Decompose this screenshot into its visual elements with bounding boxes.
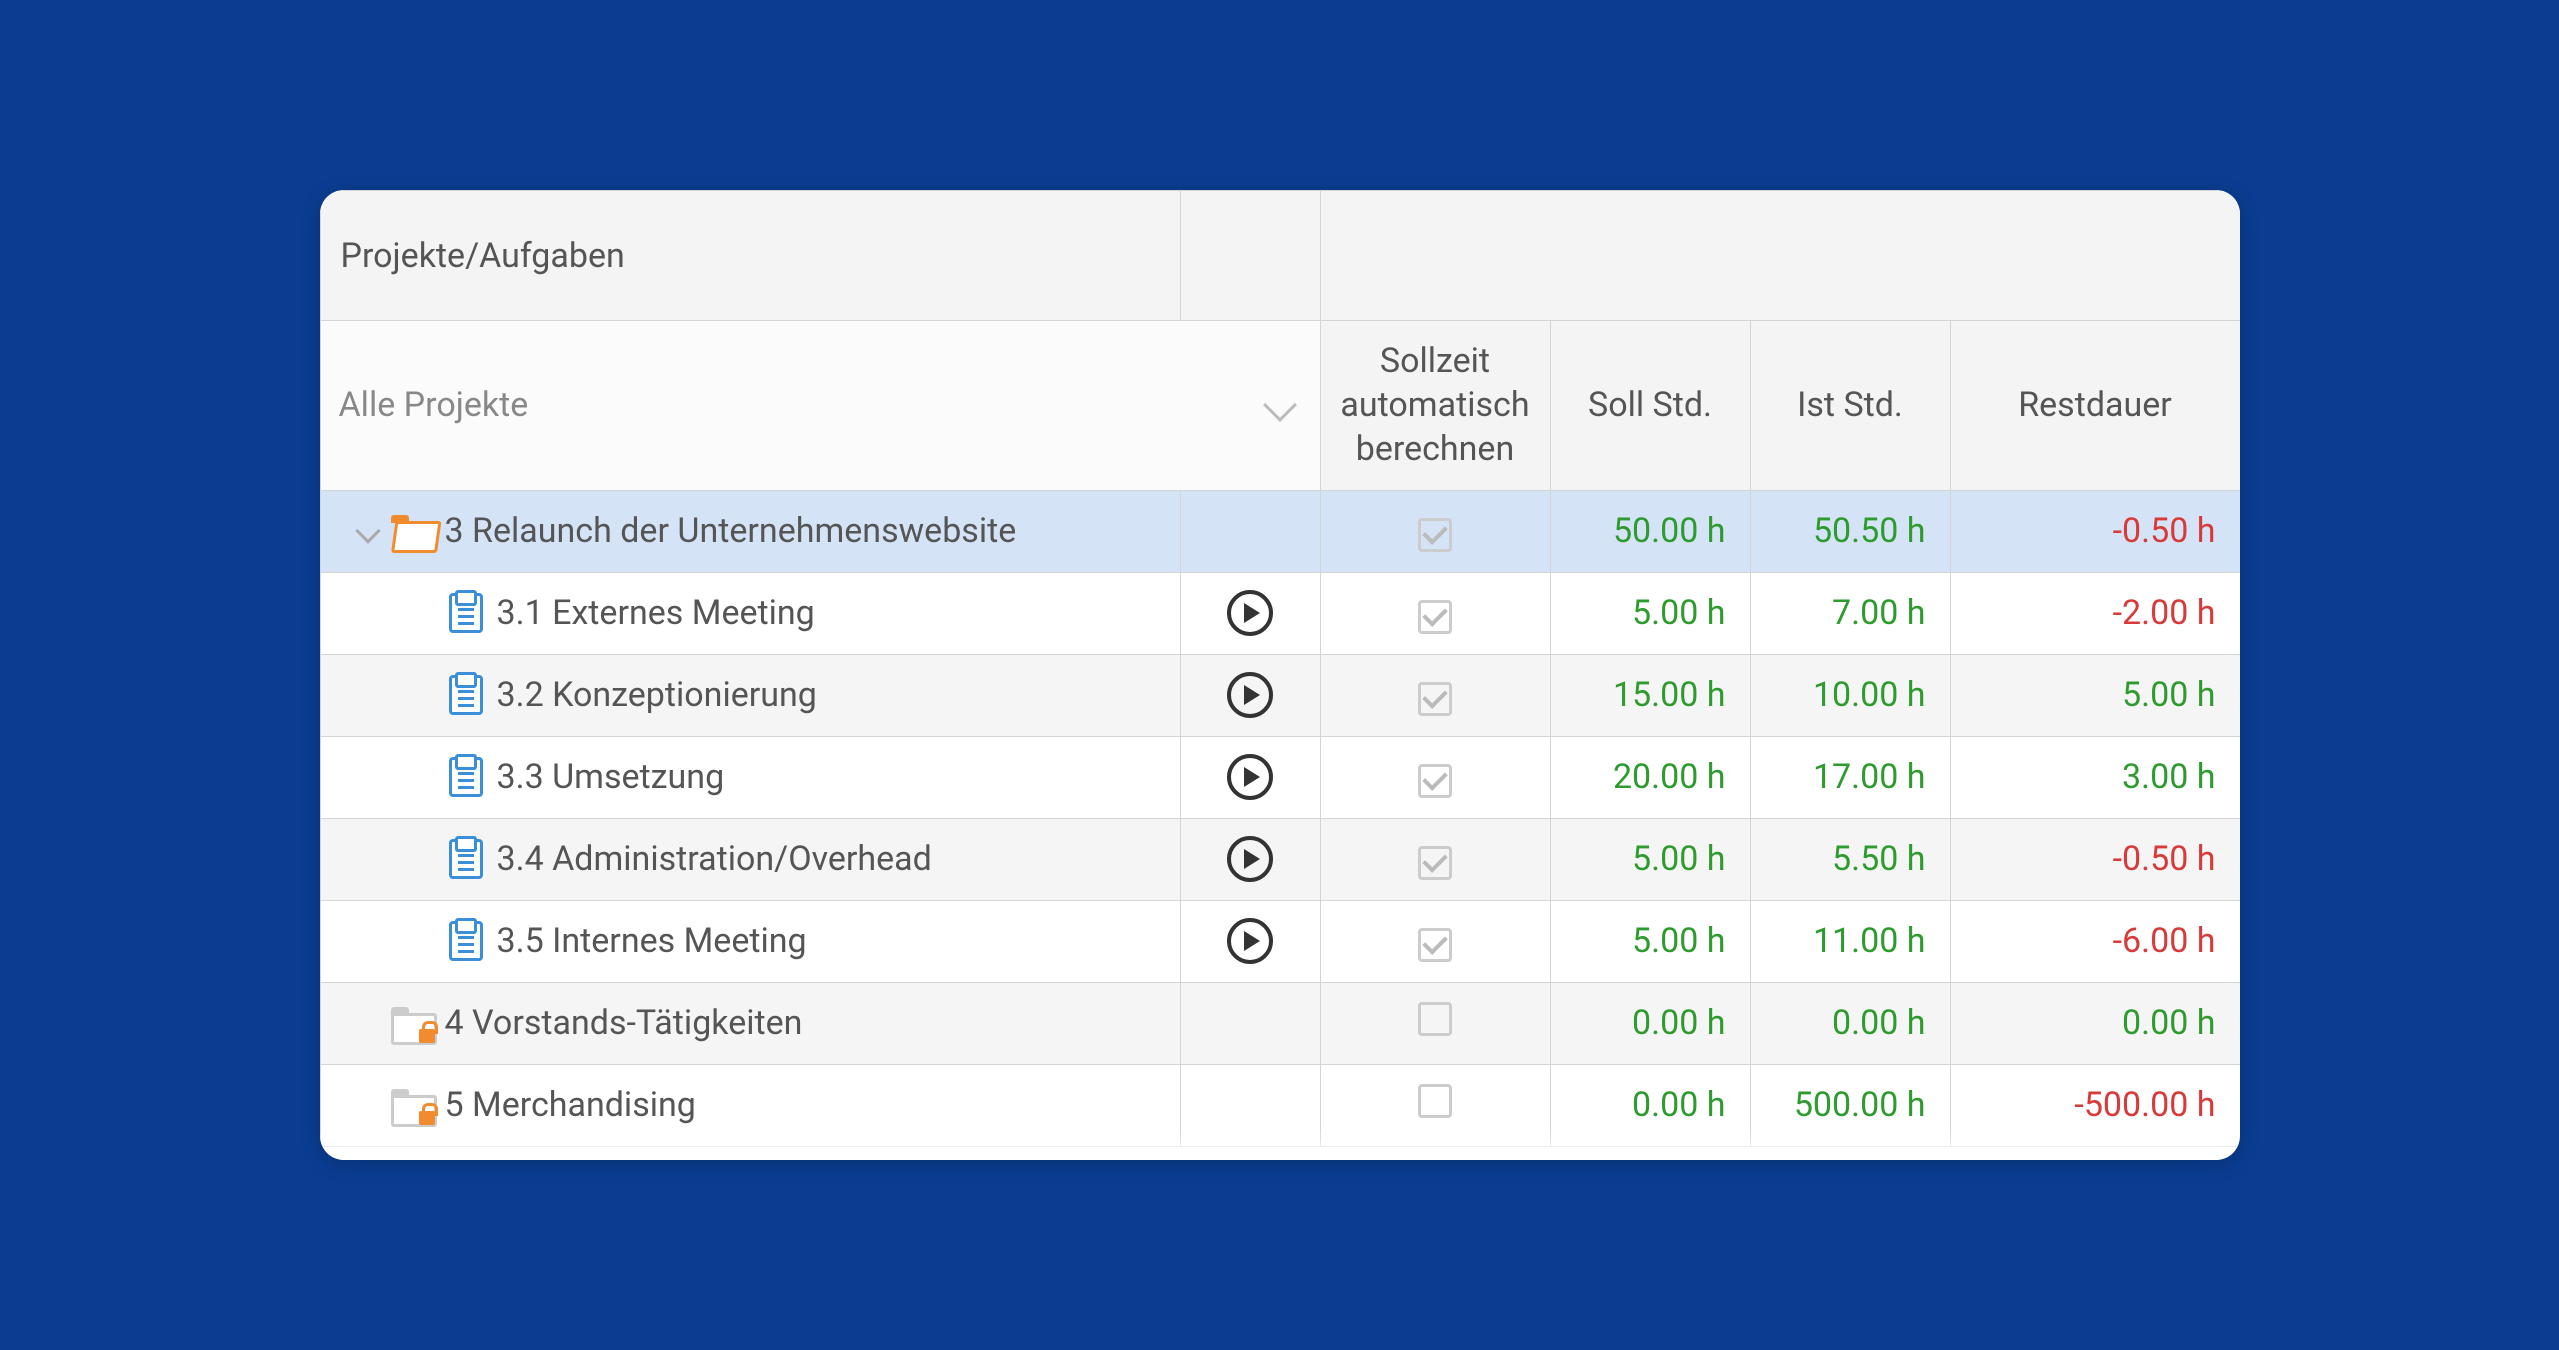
rest-value: -2.00 h [1950, 572, 2240, 654]
clipboard-icon [449, 757, 483, 797]
play-icon [1244, 849, 1260, 869]
rest-value: -0.50 h [1950, 490, 2240, 572]
clipboard-icon [449, 675, 483, 715]
chevron-down-icon[interactable] [355, 518, 380, 543]
clipboard-icon [449, 593, 483, 633]
row-label: 3.4 Administration/Overhead [497, 839, 932, 879]
row-label: 3.1 Externes Meeting [497, 593, 815, 633]
folder-open-icon [391, 515, 431, 547]
rest-value: 5.00 h [1950, 654, 2240, 736]
soll-value: 0.00 h [1550, 982, 1750, 1064]
auto-calc-checkbox[interactable] [1418, 764, 1452, 798]
projects-panel: Projekte/Aufgaben Alle Projekte Sollzeit… [320, 190, 2240, 1160]
auto-calc-checkbox[interactable] [1418, 846, 1452, 880]
table-row[interactable]: 3.4 Administration/Overhead 5.00 h5.50 h-… [320, 818, 2240, 900]
play-icon [1244, 767, 1260, 787]
rest-value: 3.00 h [1950, 736, 2240, 818]
table-row[interactable]: 3.3 Umsetzung 20.00 h17.00 h3.00 h [320, 736, 2240, 818]
table-row[interactable]: 3.5 Internes Meeting 5.00 h11.00 h-6.00 h [320, 900, 2240, 982]
header-ist[interactable]: Ist Std. [1750, 321, 1950, 491]
play-button[interactable] [1227, 836, 1273, 882]
play-button[interactable] [1227, 672, 1273, 718]
table-row[interactable]: 3.1 Externes Meeting 5.00 h7.00 h-2.00 h [320, 572, 2240, 654]
row-label: 3.5 Internes Meeting [497, 921, 807, 961]
header-auto[interactable]: Sollzeit automatisch berechnen [1320, 321, 1550, 491]
ist-value: 17.00 h [1750, 736, 1950, 818]
auto-calc-checkbox[interactable] [1418, 518, 1452, 552]
auto-calc-checkbox[interactable] [1418, 928, 1452, 962]
auto-calc-checkbox[interactable] [1418, 682, 1452, 716]
clipboard-icon [449, 921, 483, 961]
rest-value: -500.00 h [1950, 1064, 2240, 1146]
play-icon [1244, 685, 1260, 705]
soll-value: 5.00 h [1550, 572, 1750, 654]
chevron-down-icon [1263, 388, 1297, 422]
ist-value: 11.00 h [1750, 900, 1950, 982]
ist-value: 0.00 h [1750, 982, 1950, 1064]
table-row[interactable]: 4 Vorstands-Tätigkeiten0.00 h0.00 h0.00 … [320, 982, 2240, 1064]
row-label: 5 Merchandising [445, 1085, 696, 1125]
row-label: 3 Relaunch der Unternehmenswebsite [445, 511, 1017, 551]
play-icon [1244, 931, 1260, 951]
soll-value: 20.00 h [1550, 736, 1750, 818]
folder-locked-icon [391, 1007, 431, 1039]
rest-value: 0.00 h [1950, 982, 2240, 1064]
table-row[interactable]: 3 Relaunch der Unternehmenswebsite 50.00 … [320, 490, 2240, 572]
ist-value: 500.00 h [1750, 1064, 1950, 1146]
play-button[interactable] [1227, 754, 1273, 800]
auto-calc-checkbox[interactable] [1418, 600, 1452, 634]
soll-value: 0.00 h [1550, 1064, 1750, 1146]
header-name[interactable]: Projekte/Aufgaben [320, 191, 1180, 321]
header-metrics-blank [1320, 191, 2240, 321]
ist-value: 50.50 h [1750, 490, 1950, 572]
row-label: 3.2 Konzeptionierung [497, 675, 817, 715]
rest-value: -6.00 h [1950, 900, 2240, 982]
rest-value: -0.50 h [1950, 818, 2240, 900]
project-filter-label: Alle Projekte [339, 383, 529, 427]
folder-locked-icon [391, 1089, 431, 1121]
project-filter-select[interactable]: Alle Projekte [321, 371, 1320, 439]
row-label: 4 Vorstands-Tätigkeiten [445, 1003, 803, 1043]
play-button[interactable] [1227, 590, 1273, 636]
row-label: 3.3 Umsetzung [497, 757, 725, 797]
clipboard-icon [449, 839, 483, 879]
ist-value: 10.00 h [1750, 654, 1950, 736]
projects-table: Projekte/Aufgaben Alle Projekte Sollzeit… [320, 190, 2240, 1147]
header-action-blank [1180, 191, 1320, 321]
ist-value: 7.00 h [1750, 572, 1950, 654]
play-button[interactable] [1227, 918, 1273, 964]
auto-calc-checkbox[interactable] [1418, 1002, 1452, 1036]
header-soll[interactable]: Soll Std. [1550, 321, 1750, 491]
play-icon [1244, 603, 1260, 623]
soll-value: 5.00 h [1550, 900, 1750, 982]
table-row[interactable]: 3.2 Konzeptionierung 15.00 h10.00 h5.00 h [320, 654, 2240, 736]
soll-value: 50.00 h [1550, 490, 1750, 572]
header-rest[interactable]: Restdauer [1950, 321, 2240, 491]
ist-value: 5.50 h [1750, 818, 1950, 900]
table-row[interactable]: 5 Merchandising 0.00 h500.00 h-500.00 h [320, 1064, 2240, 1146]
soll-value: 15.00 h [1550, 654, 1750, 736]
soll-value: 5.00 h [1550, 818, 1750, 900]
auto-calc-checkbox[interactable] [1418, 1084, 1452, 1118]
